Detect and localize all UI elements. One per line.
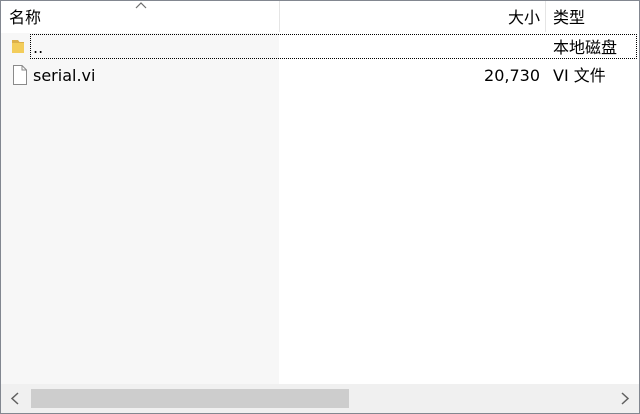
header-type[interactable]: 类型 bbox=[546, 1, 639, 32]
arrow-left-icon bbox=[10, 392, 19, 405]
file-size bbox=[280, 34, 540, 60]
scroll-left-button[interactable] bbox=[1, 384, 30, 413]
column-header: 名称 大小 类型 bbox=[1, 1, 639, 32]
folder-icon bbox=[12, 40, 24, 53]
file-name: .. bbox=[33, 38, 44, 57]
file-name: serial.vi bbox=[33, 66, 96, 85]
file-type: 本地磁盘 bbox=[553, 38, 618, 57]
list-item[interactable]: serial.vi 20,730 VI 文件 bbox=[1, 62, 639, 88]
file-list-view: 名称 大小 类型 .. 本地磁盘 serial.vi 20,730 VI 文件 bbox=[0, 0, 640, 414]
scroll-thumb[interactable] bbox=[31, 389, 349, 408]
sort-up-chevron-icon bbox=[135, 2, 147, 9]
header-size[interactable]: 大小 bbox=[280, 1, 545, 32]
list-item[interactable]: .. 本地磁盘 bbox=[1, 34, 639, 60]
horizontal-scrollbar[interactable] bbox=[1, 384, 639, 413]
arrow-right-icon bbox=[621, 392, 630, 405]
scroll-right-button[interactable] bbox=[610, 384, 639, 413]
file-type: VI 文件 bbox=[553, 66, 606, 85]
file-size: 20,730 bbox=[484, 66, 540, 85]
file-icon bbox=[13, 65, 27, 85]
